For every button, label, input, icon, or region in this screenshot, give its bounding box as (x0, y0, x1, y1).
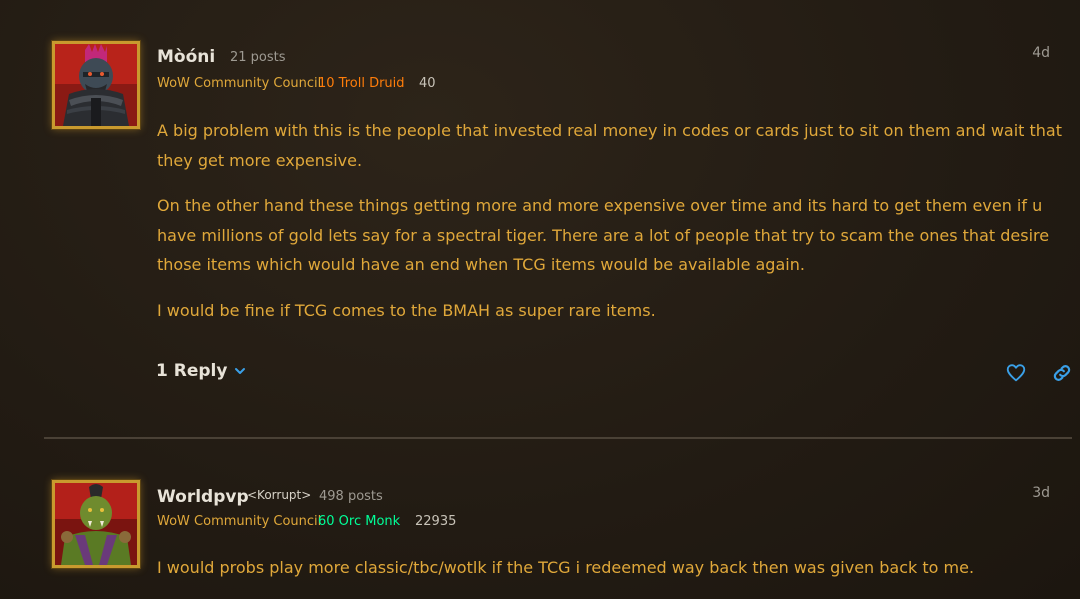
post-count: 498 posts (319, 489, 383, 504)
username[interactable]: Worldpvp (157, 487, 249, 507)
link-icon (1053, 365, 1071, 381)
username[interactable]: Mòóni (157, 47, 215, 67)
post-body: A big problem with this is the people th… (157, 116, 1062, 341)
avatar[interactable] (52, 480, 140, 568)
replies-label: 1 Reply (156, 361, 228, 381)
post-divider (44, 437, 1072, 439)
achievement-points: 22935 (415, 514, 457, 529)
replies-toggle-button[interactable]: 1 Reply (156, 361, 247, 381)
avatar[interactable] (52, 41, 140, 129)
post-body: I would probs play more classic/tbc/wotl… (157, 553, 1062, 599)
post-paragraph: On the other hand these things getting m… (157, 196, 1050, 274)
character-class: 60 Orc Monk (318, 514, 401, 529)
forum-post: Mòóni 21 posts WoW Community Council 10 … (0, 0, 1080, 437)
post-date[interactable]: 4d (1032, 45, 1050, 61)
character-class: 10 Troll Druid (318, 76, 405, 91)
chevron-down-icon (235, 368, 246, 374)
heart-icon (1006, 364, 1026, 382)
orc-monk-avatar-icon (55, 483, 137, 565)
copy-link-button[interactable] (1051, 362, 1073, 384)
guild-tag: <Korrupt> (247, 488, 312, 502)
post-paragraph: A big problem with this is the people th… (157, 121, 1062, 170)
post-date[interactable]: 3d (1032, 485, 1050, 501)
council-badge: WoW Community Council (157, 514, 322, 529)
post-paragraph: I would probs play more classic/tbc/wotl… (157, 558, 975, 577)
post-count: 21 posts (230, 50, 286, 65)
like-button[interactable] (1005, 362, 1027, 384)
troll-druid-avatar-icon (55, 44, 137, 126)
post-paragraph: I would be fine if TCG comes to the BMAH… (157, 300, 656, 320)
council-badge: WoW Community Council (157, 76, 322, 91)
achievement-points: 40 (419, 76, 436, 91)
forum-post: Worldpvp <Korrupt> 498 posts WoW Communi… (0, 440, 1080, 599)
